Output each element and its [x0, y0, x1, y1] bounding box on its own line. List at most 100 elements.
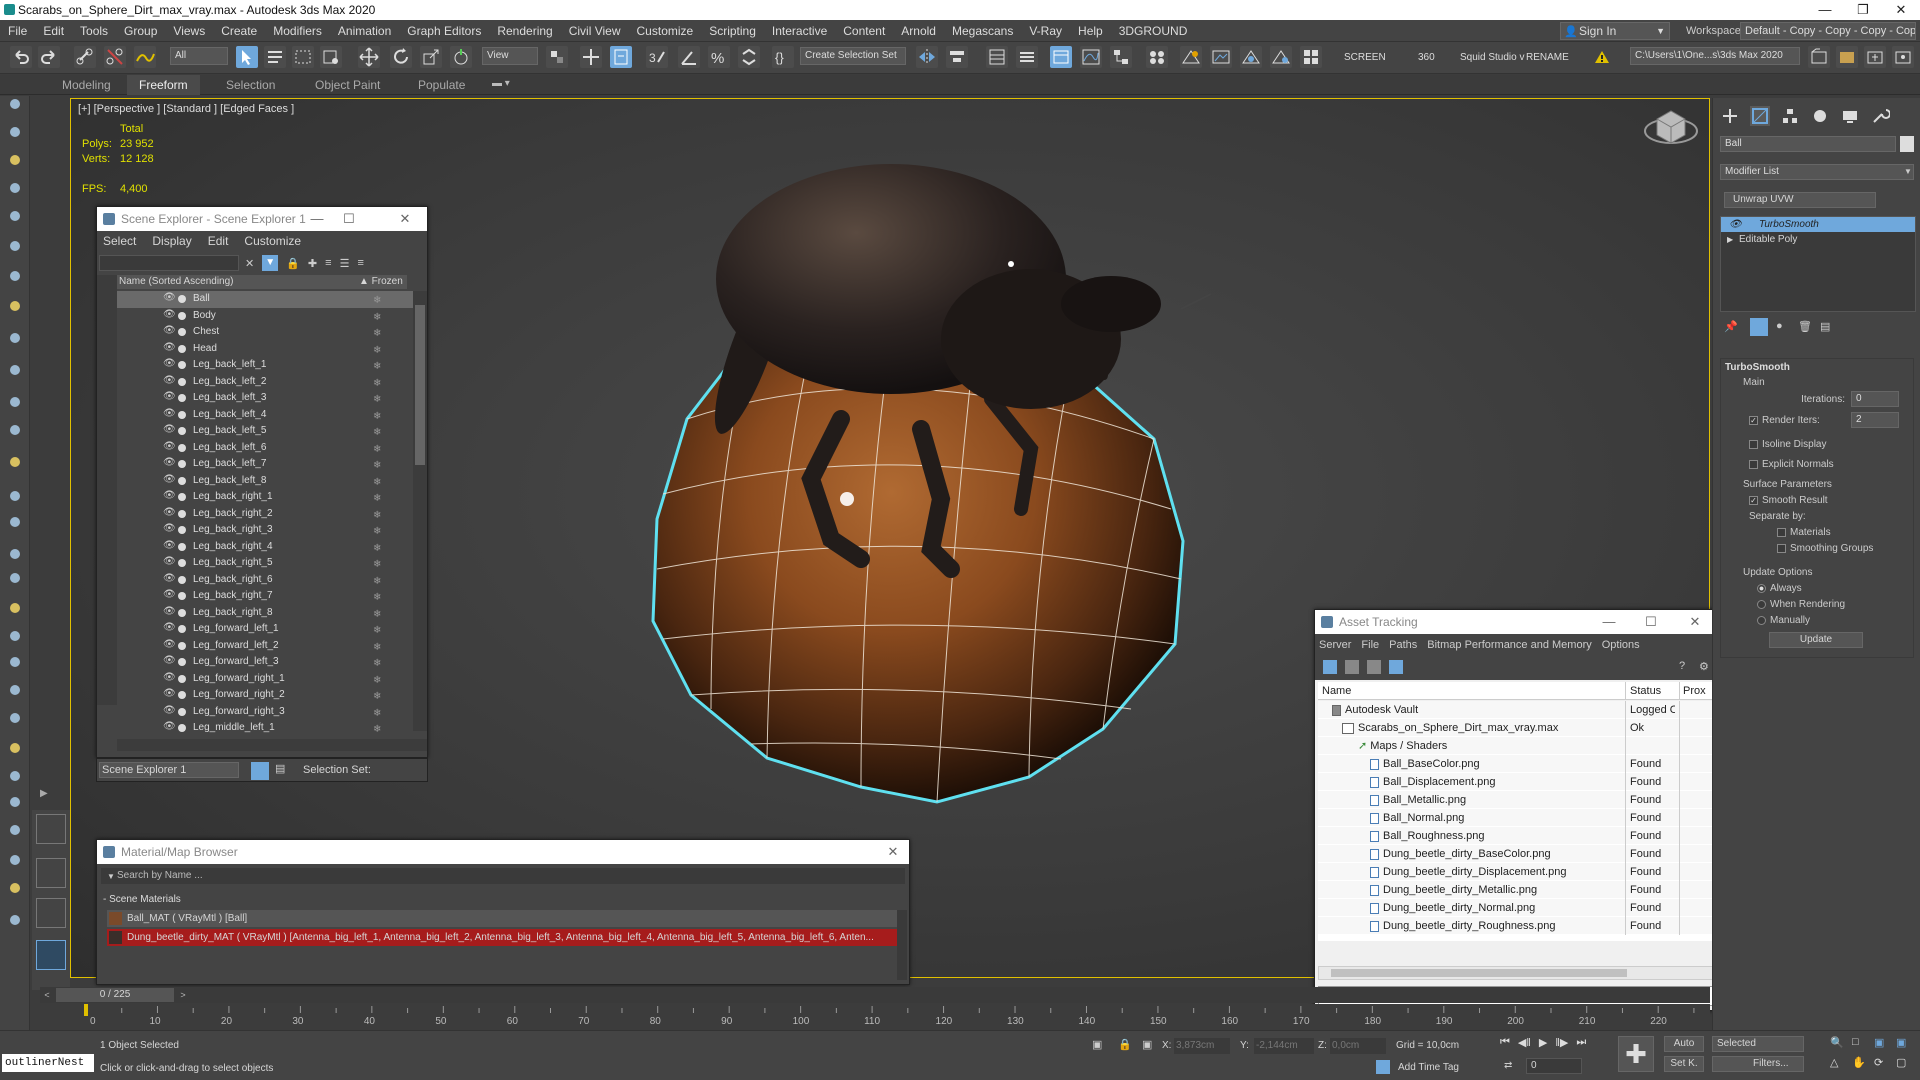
- maximize-button[interactable]: ☐: [1635, 610, 1667, 634]
- scene-object-row[interactable]: 👁 Leg_back_right_5 ❄: [117, 555, 413, 572]
- column-header-frozen[interactable]: ▲ Frozen: [359, 275, 403, 289]
- visibility-eye-icon[interactable]: 👁: [163, 606, 176, 617]
- percent-snap-icon[interactable]: %: [708, 46, 730, 68]
- horizontal-scrollbar[interactable]: [117, 739, 427, 751]
- named-selection-sets-dropdown[interactable]: Create Selection Set: [800, 47, 906, 65]
- curve-editor-icon[interactable]: [1080, 46, 1102, 68]
- previous-frame-icon[interactable]: <: [40, 987, 54, 1003]
- selection-set-icon[interactable]: ▤: [275, 762, 289, 778]
- go-to-start-icon[interactable]: ⏮: [1500, 1036, 1510, 1049]
- scene-object-row[interactable]: 👁 Leg_back_right_7 ❄: [117, 588, 413, 605]
- time-tag-icon[interactable]: [1376, 1060, 1390, 1074]
- search-input[interactable]: [99, 255, 239, 271]
- scene-object-row[interactable]: 👁 Leg_back_right_8 ❄: [117, 605, 413, 622]
- scene-object-row[interactable]: 👁 Body ❄: [117, 308, 413, 325]
- menu-select[interactable]: Select: [103, 234, 136, 248]
- tab-populate[interactable]: Populate: [406, 75, 477, 95]
- asset-row[interactable]: Ball_Metallic.png Found: [1318, 791, 1714, 809]
- render-toggle-icon[interactable]: [178, 460, 186, 468]
- systems-icon[interactable]: [5, 360, 25, 380]
- scene-object-row[interactable]: 👁 Leg_forward_right_1 ❄: [117, 671, 413, 688]
- key-mode-icon[interactable]: ⇄: [1504, 1060, 1512, 1071]
- make-unique-icon[interactable]: ●: [1776, 320, 1783, 332]
- scene-object-row[interactable]: 👁 Leg_forward_right_3 ❄: [117, 704, 413, 721]
- unwrap-uvw-button[interactable]: Unwrap UVW: [1724, 192, 1876, 208]
- visibility-eye-icon[interactable]: 👁: [163, 639, 176, 650]
- hierarchy-tab-icon[interactable]: [1780, 106, 1800, 126]
- maxscript-listener[interactable]: outlinerNest: [2, 1054, 94, 1072]
- materials-checkbox[interactable]: Materials: [1777, 527, 1831, 538]
- scene-object-row[interactable]: 👁 Leg_forward_left_2 ❄: [117, 638, 413, 655]
- scene-object-row[interactable]: 👁 Leg_back_left_3 ❄: [117, 390, 413, 407]
- menu-content[interactable]: Content: [835, 20, 893, 42]
- checkbox-checked[interactable]: ✓: [1749, 415, 1758, 425]
- render-activeshade-icon[interactable]: [1270, 46, 1292, 68]
- menu-display[interactable]: Display: [152, 234, 191, 248]
- menu-views[interactable]: Views: [165, 20, 213, 42]
- create-tab-icon[interactable]: [1720, 106, 1740, 126]
- edit-named-selection-icon[interactable]: {}: [772, 46, 794, 68]
- minimize-button[interactable]: —: [1806, 0, 1844, 20]
- layout-triple-icon[interactable]: [36, 898, 66, 928]
- column-status[interactable]: Status: [1625, 682, 1661, 700]
- cloth-icon[interactable]: [5, 792, 25, 812]
- toggle-ribbon-icon[interactable]: [1050, 46, 1072, 68]
- isolate-selection-icon[interactable]: ▣: [1092, 1038, 1102, 1051]
- move-icon[interactable]: [358, 46, 380, 68]
- minimize-button[interactable]: —: [301, 207, 333, 231]
- scene-object-row[interactable]: 👁 Leg_back_right_6 ❄: [117, 572, 413, 589]
- asset-row[interactable]: Dung_beetle_dirty_Normal.png Found: [1318, 899, 1714, 917]
- create-plane-icon[interactable]: [5, 206, 25, 226]
- lights-icon[interactable]: [5, 236, 25, 256]
- asset-row[interactable]: Scarabs_on_Sphere_Dirt_max_vray.max Ok: [1318, 719, 1714, 737]
- layout-single-icon[interactable]: [36, 940, 66, 970]
- helpers-icon[interactable]: [5, 296, 25, 316]
- render-toggle-icon[interactable]: [178, 691, 186, 699]
- spacewarps-icon[interactable]: [5, 328, 25, 348]
- menu-arnold[interactable]: Arnold: [893, 20, 944, 42]
- pan-icon[interactable]: ✋: [1852, 1056, 1866, 1069]
- align-icon[interactable]: [946, 46, 968, 68]
- visibility-eye-icon[interactable]: 👁: [163, 392, 176, 402]
- tree-view-icon[interactable]: [1389, 660, 1403, 674]
- render-toggle-icon[interactable]: [178, 328, 186, 336]
- visibility-eye-icon[interactable]: 👁: [163, 557, 176, 567]
- list-view-icon[interactable]: [1345, 660, 1359, 674]
- visibility-eye-icon[interactable]: 👁: [163, 474, 176, 485]
- visibility-eye-icon[interactable]: 👁: [163, 722, 176, 732]
- scene-object-row[interactable]: 👁 Leg_forward_right_2 ❄: [117, 687, 413, 704]
- viewport-label[interactable]: [+] [Perspective ] [Standard ] [Edged Fa…: [78, 103, 294, 115]
- visibility-eye-icon[interactable]: 👁: [163, 425, 176, 435]
- when-rendering-radio[interactable]: When Rendering: [1757, 599, 1845, 610]
- scene-object-row[interactable]: 👁 Leg_back_left_2 ❄: [117, 374, 413, 391]
- rectangular-selection-icon[interactable]: [292, 46, 314, 68]
- explicit-normals-checkbox[interactable]: Explicit Normals: [1749, 459, 1834, 470]
- pin-stack-icon[interactable]: 📌: [1724, 320, 1738, 333]
- current-frame-field[interactable]: 0: [1526, 1058, 1582, 1074]
- stack-item-turbosmooth[interactable]: 👁 TurboSmooth: [1721, 217, 1915, 232]
- render-toggle-icon[interactable]: [178, 641, 186, 650]
- field-of-view-icon[interactable]: △: [1830, 1056, 1838, 1069]
- motion-tab-icon[interactable]: [1810, 106, 1830, 126]
- current-frame-marker[interactable]: [84, 1004, 88, 1016]
- close-button[interactable]: ✕: [389, 207, 421, 231]
- menu-group[interactable]: Group: [116, 20, 165, 42]
- menu-graph-editors[interactable]: Graph Editors: [399, 20, 489, 42]
- maximize-button[interactable]: ❐: [1844, 0, 1882, 20]
- scene-object-row[interactable]: 👁 Leg_forward_left_3 ❄: [117, 654, 413, 671]
- layout-split-icon[interactable]: [36, 858, 66, 888]
- value-360-label[interactable]: 360: [1418, 52, 1435, 63]
- table-view-icon[interactable]: [1367, 660, 1381, 674]
- search-dropdown-icon[interactable]: ▼: [107, 872, 115, 881]
- show-end-result-icon[interactable]: [1750, 318, 1768, 336]
- render-toggle-icon[interactable]: [178, 625, 186, 633]
- teapot-icon[interactable]: [5, 910, 25, 930]
- workspace-select[interactable]: Default - Copy - Copy - Copy - Copy: [1740, 22, 1916, 40]
- close-button[interactable]: ✕: [877, 840, 909, 864]
- menu-vray[interactable]: V-Ray: [1021, 20, 1070, 42]
- add-layer-icon[interactable]: ✚: [308, 257, 317, 270]
- layout-quad-icon[interactable]: [36, 814, 66, 844]
- rotate-icon[interactable]: [390, 46, 412, 68]
- material-item-ball[interactable]: Ball_MAT ( VRayMtl ) [Ball]: [107, 910, 897, 927]
- render-toggle-icon[interactable]: [178, 377, 186, 386]
